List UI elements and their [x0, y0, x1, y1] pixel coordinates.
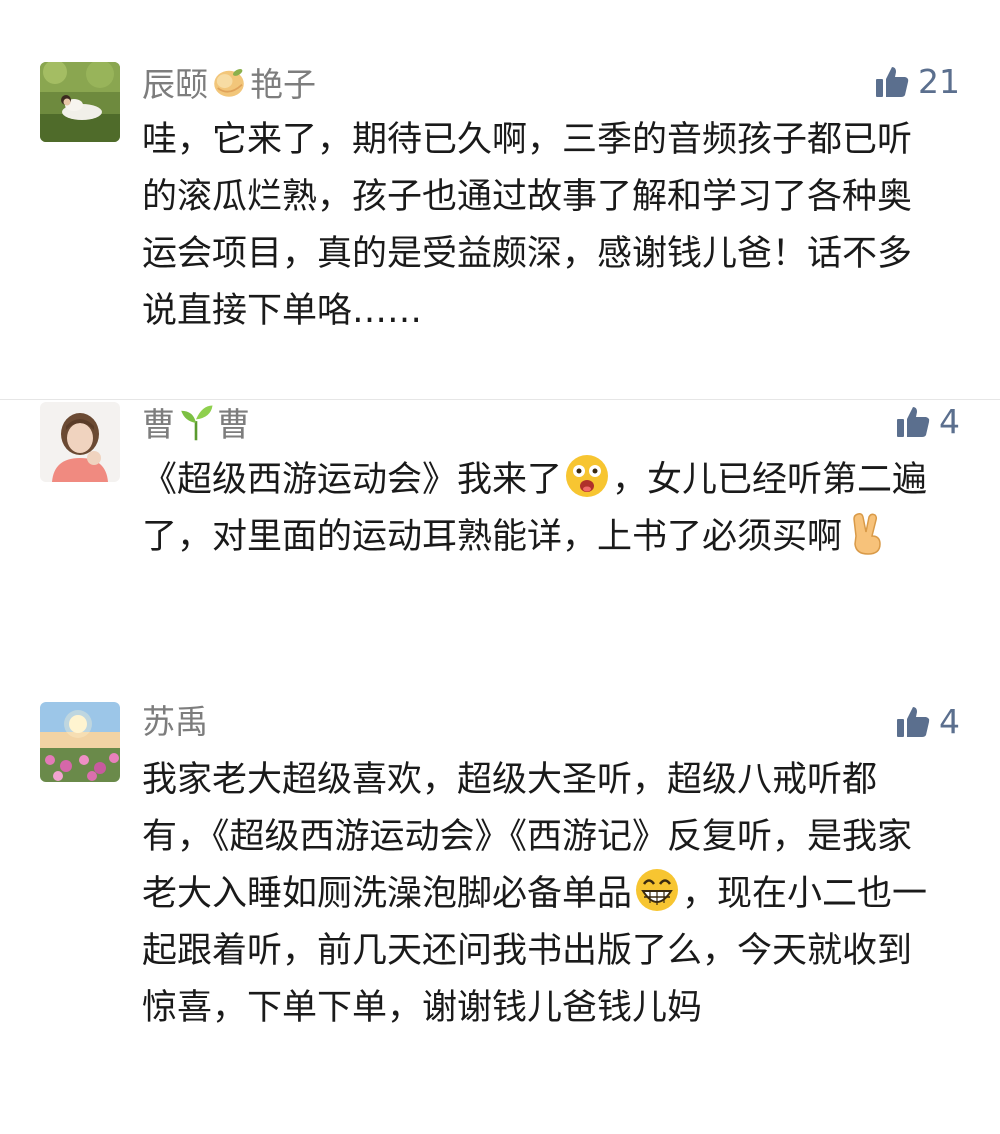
- nickname[interactable]: 辰颐 艳子: [142, 62, 316, 105]
- nickname-text: 艳子: [250, 65, 316, 104]
- like-count: 4: [939, 402, 960, 441]
- sunset-flowers-avatar-image: [40, 702, 120, 782]
- avatar[interactable]: [40, 62, 120, 142]
- nickname-text: 苏禹: [142, 702, 208, 741]
- like-count: 21: [918, 62, 960, 101]
- thumbs-up-icon: [876, 67, 909, 97]
- grinning-face-emoji-icon: [636, 869, 679, 911]
- victory-hand-emoji-icon: [853, 513, 881, 555]
- woman-in-garden-avatar-image: [40, 62, 120, 142]
- peach-emoji-icon: [214, 68, 244, 97]
- comment-text: 哇，它来了，期待已久啊，三季的音频孩子都已听的滚瓜烂熟，孩子也通过故事了解和学习…: [142, 112, 942, 340]
- divider: [0, 399, 1000, 400]
- avatar[interactable]: [40, 702, 120, 782]
- comments-page: 辰颐 艳子 21 哇，它来了，期待已久啊，三季的音频孩子都已听的滚瓜烂熟，孩子也通…: [0, 0, 1000, 1134]
- seedling-emoji-icon: [181, 405, 213, 441]
- comment-text: 《超级西游运动会》我来了 ，女儿已经听第二遍了，对里面的运动耳熟能详，上书了必须买…: [142, 452, 942, 566]
- like-count: 4: [939, 702, 960, 741]
- comment-text: 我家老大超级喜欢，超级大圣听，超级八戒听都有，《超级西游运动会》《西游记》反复听…: [142, 752, 942, 1037]
- nickname[interactable]: 苏禹: [142, 702, 208, 742]
- thumbs-up-icon: [897, 407, 930, 437]
- avatar[interactable]: [40, 402, 120, 482]
- thumbs-up-icon: [897, 707, 930, 737]
- nickname[interactable]: 曹曹: [142, 402, 250, 445]
- comment-text-content: 《超级西游运动会》我来了: [142, 460, 563, 500]
- like-button[interactable]: 4: [895, 702, 960, 742]
- comment-text-content: 哇，它来了，期待已久啊，三季的音频孩子都已听的滚瓜烂熟，孩子也通过故事了解和学习…: [142, 120, 913, 331]
- like-button[interactable]: 21: [874, 62, 960, 102]
- nickname-text: 曹: [217, 405, 250, 444]
- girl-portrait-avatar-image: [40, 402, 120, 482]
- nickname-text: 辰颐: [142, 65, 208, 104]
- like-button[interactable]: 4: [895, 402, 960, 442]
- surprised-face-emoji-icon: [566, 455, 609, 497]
- nickname-text: 曹: [142, 405, 175, 444]
